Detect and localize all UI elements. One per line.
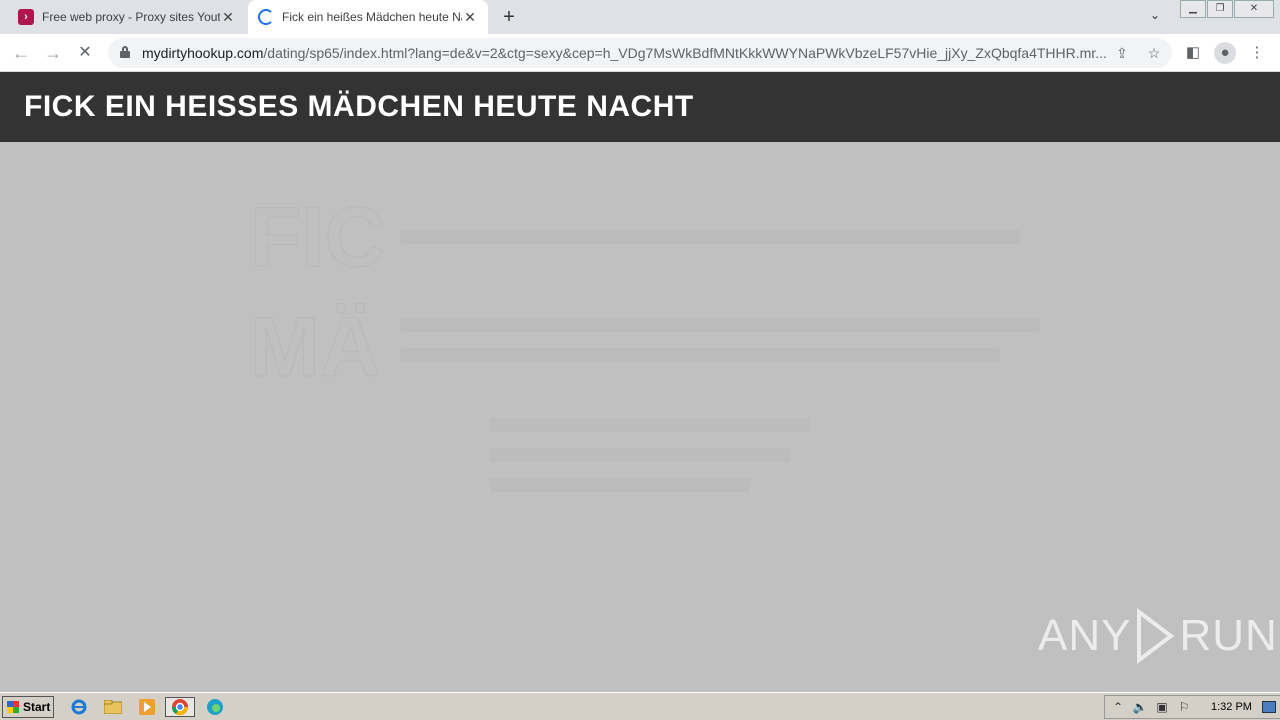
ghost-heading-line: MÄ (249, 300, 381, 395)
url-text[interactable]: mydirtyhookup.com/dating/sp65/index.html… (142, 45, 1108, 61)
bookmark-star-icon[interactable]: ☆ (1144, 43, 1164, 63)
ghost-heading: FIC MÄ (249, 182, 386, 402)
loading-spinner-icon (258, 9, 274, 25)
url-host: mydirtyhookup.com (142, 45, 264, 61)
ghost-heading-line: FIC (249, 190, 386, 285)
start-label: Start (23, 700, 51, 714)
tab-proxy[interactable]: › Free web proxy - Proxy sites Youtube ✕ (8, 0, 246, 34)
watermark-text-right: RUN (1179, 611, 1278, 660)
stop-loading-button[interactable]: ✕ (74, 42, 96, 64)
show-desktop-icon[interactable] (1262, 701, 1276, 713)
new-tab-button[interactable]: + (498, 6, 520, 28)
menu-kebab-icon[interactable]: ⋮ (1246, 42, 1268, 64)
placeholder-line (400, 230, 1020, 244)
address-bar[interactable]: mydirtyhookup.com/dating/sp65/index.html… (108, 38, 1172, 68)
media-player-icon[interactable] (136, 697, 158, 717)
edge-icon[interactable] (204, 697, 226, 717)
placeholder-line (490, 418, 810, 432)
restore-button[interactable]: ❐ (1207, 0, 1233, 18)
url-path: /dating/sp65/index.html?lang=de&v=2&ctg=… (263, 45, 1107, 61)
forward-button[interactable]: → (42, 42, 64, 64)
back-button[interactable]: ← (10, 42, 32, 64)
tab-search-chevron-icon[interactable]: ⌄ (1150, 8, 1160, 22)
minimize-button[interactable]: ▁ (1180, 0, 1206, 18)
clock[interactable]: 1:32 PM (1211, 701, 1252, 713)
system-tray: ⌃ 🔈 ▣ ⚐ 1:32 PM (1104, 695, 1280, 719)
watermark-text-left: ANY (1038, 611, 1132, 660)
window-controls: ▁ ❐ ✕ (1179, 0, 1274, 18)
windows-logo-icon (7, 701, 19, 713)
placeholder-line (400, 318, 1040, 332)
close-tab-icon[interactable]: ✕ (462, 9, 478, 26)
tray-expand-icon[interactable]: ⌃ (1109, 699, 1127, 715)
placeholder-line (490, 448, 790, 462)
profile-avatar-icon[interactable]: ● (1214, 42, 1236, 64)
proxy-favicon-icon: › (18, 9, 34, 25)
page-title: FICK EIN HEISSES MÄDCHEN HEUTE NACHT (24, 90, 694, 123)
lock-icon[interactable] (120, 46, 130, 58)
placeholder-line (490, 478, 750, 492)
page-content-overlay: FIC MÄ ANY RUN (0, 142, 1280, 692)
taskbar: Start ⌃ 🔈 ▣ ⚐ 1:32 PM (0, 692, 1280, 720)
action-center-flag-icon[interactable]: ⚐ (1175, 699, 1193, 715)
tab-title: Free web proxy - Proxy sites Youtube (42, 10, 220, 24)
network-icon[interactable]: ▣ (1153, 699, 1171, 715)
anyrun-watermark: ANY RUN (1038, 608, 1278, 664)
tab-strip: › Free web proxy - Proxy sites Youtube ✕… (0, 0, 1280, 34)
side-panel-icon[interactable]: ◧ (1182, 42, 1204, 64)
tab-current[interactable]: Fick ein heißes Mädchen heute Nacht ✕ (248, 0, 488, 34)
share-icon[interactable]: ⇪ (1112, 43, 1132, 63)
close-window-button[interactable]: ✕ (1234, 0, 1274, 18)
browser-toolbar: ← → ✕ mydirtyhookup.com/dating/sp65/inde… (0, 34, 1280, 72)
tab-title: Fick ein heißes Mädchen heute Nacht (282, 10, 462, 24)
placeholder-line (400, 348, 1000, 362)
chrome-icon[interactable] (165, 697, 195, 717)
volume-icon[interactable]: 🔈 (1131, 699, 1149, 715)
file-explorer-icon[interactable] (102, 697, 124, 717)
play-logo-icon (1137, 608, 1175, 664)
ie-icon[interactable] (68, 697, 90, 717)
site-header: FICK EIN HEISSES MÄDCHEN HEUTE NACHT (0, 72, 1280, 142)
start-button[interactable]: Start (2, 696, 54, 718)
close-tab-icon[interactable]: ✕ (220, 9, 236, 26)
